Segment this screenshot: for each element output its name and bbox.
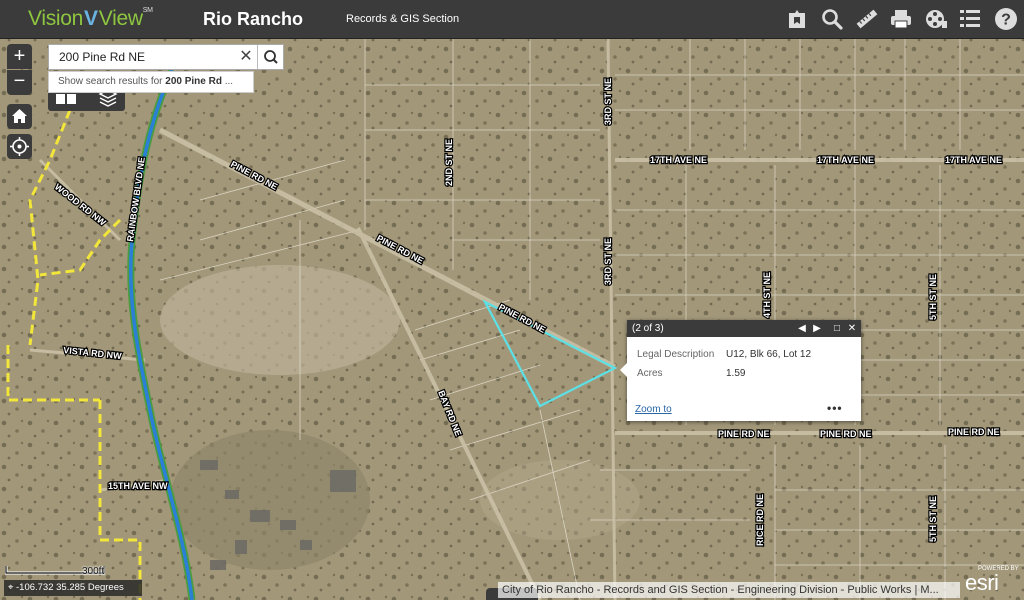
field-value: 1.59	[726, 368, 746, 379]
road-label: RICE RD NE	[755, 494, 765, 546]
clear-search-button[interactable]: ✕	[235, 45, 257, 69]
esri-logo[interactable]: esri	[965, 570, 999, 596]
more-actions-button[interactable]: •••	[827, 401, 843, 415]
road-label: 17TH AVE NE	[945, 155, 1002, 165]
locate-icon	[10, 137, 29, 156]
zoom-in-button[interactable]: +	[7, 44, 32, 69]
road-label: 5TH ST NE	[928, 274, 938, 320]
bookmark-icon[interactable]	[785, 7, 809, 31]
map-view[interactable]: PINE RD NE PINE RD NE PINE RD NE PINE RD…	[0, 39, 1024, 600]
road-label: 2ND ST NE	[444, 139, 454, 186]
road-label: 3RD ST NE	[603, 238, 613, 285]
road-label: 4TH ST NE	[762, 272, 772, 318]
crosshair-icon: ⌖	[8, 582, 16, 593]
popup-header: (2 of 3) ◀ ▶ □ ✕	[627, 320, 861, 337]
road-label: 17TH AVE NE	[650, 155, 707, 165]
road-label: 15TH AVE NW	[108, 481, 168, 491]
zoom-to-link[interactable]: Zoom to	[635, 404, 672, 415]
coordinates-readout[interactable]: ⌖ -106.732 35.285 Degrees	[4, 580, 142, 596]
search-box: ✕	[48, 44, 284, 70]
search-suggestion[interactable]: Show search results for 200 Pine Rd ...	[48, 71, 254, 93]
next-feature-button[interactable]: ▶	[811, 320, 823, 337]
road-label: PINE RD NE	[948, 427, 1000, 437]
aerial-imagery: PINE RD NE PINE RD NE PINE RD NE PINE RD…	[0, 39, 1024, 600]
road-label: PINE RD NE	[718, 429, 770, 439]
road-label: PINE RD NE	[820, 429, 872, 439]
search-icon	[264, 50, 278, 64]
section-title: Records & GIS Section	[346, 13, 460, 25]
popup-title: (2 of 3)	[632, 323, 664, 334]
home-button[interactable]	[7, 104, 32, 129]
help-icon[interactable]: ?	[994, 7, 1018, 31]
close-popup-button[interactable]: ✕	[846, 320, 858, 337]
field-value: U12, Blk 66, Lot 12	[726, 349, 812, 360]
print-icon[interactable]	[889, 7, 913, 31]
search-input[interactable]	[49, 45, 245, 69]
vision-view-logo: VisionVViewSM	[28, 7, 153, 30]
maximize-popup-button[interactable]: □	[831, 320, 843, 337]
app-header: VisionVViewSM Rio Rancho Records & GIS S…	[0, 0, 1024, 39]
field-label: Legal Description	[637, 349, 715, 360]
zoom-out-button[interactable]: −	[7, 70, 32, 95]
attribution: City of Rio Rancho - Records and GIS Sec…	[498, 582, 960, 598]
city-title: Rio Rancho	[203, 9, 304, 29]
road-label: 3RD ST NE	[603, 78, 613, 125]
field-label: Acres	[637, 368, 663, 379]
road-label: 17TH AVE NE	[817, 155, 874, 165]
film-reel-icon[interactable]	[924, 7, 948, 31]
measure-icon[interactable]	[855, 7, 879, 31]
parcel-popup: (2 of 3) ◀ ▶ □ ✕ Legal Description U12, …	[620, 320, 861, 421]
locate-button[interactable]	[7, 134, 32, 159]
basemap-gallery-icon[interactable]	[56, 92, 76, 106]
road-label: 5TH ST NE	[928, 496, 938, 542]
search-icon[interactable]	[820, 7, 844, 31]
home-icon	[12, 109, 27, 123]
list-icon[interactable]	[958, 7, 982, 31]
popup-pointer	[620, 363, 627, 377]
previous-feature-button[interactable]: ◀	[796, 320, 808, 337]
svg-text:?: ?	[1001, 12, 1011, 29]
scale-label: 300ft	[82, 566, 105, 577]
search-button[interactable]	[257, 45, 284, 69]
